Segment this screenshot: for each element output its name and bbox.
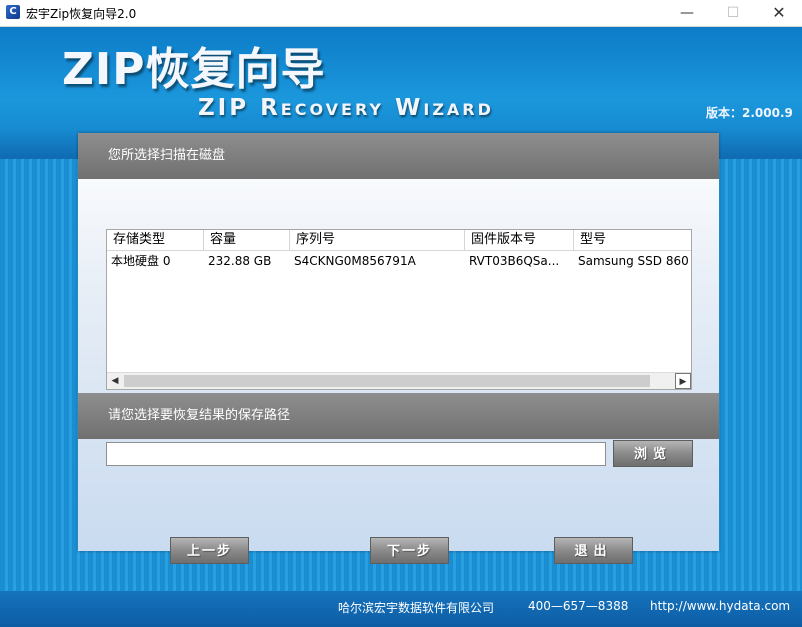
app-icon: C — [6, 5, 20, 19]
cell-serial: S4CKNG0M856791A — [294, 254, 416, 268]
maximize-button[interactable]: ☐ — [710, 0, 756, 26]
disk-section-title: 您所选择扫描在磁盘 — [78, 133, 719, 179]
save-path-input[interactable] — [106, 442, 606, 466]
scroll-left-icon[interactable]: ◀ — [107, 373, 123, 389]
next-step-button[interactable]: 下一步 — [370, 537, 449, 564]
minimize-button[interactable]: — — [664, 0, 710, 26]
close-button[interactable]: ✕ — [756, 0, 802, 26]
save-path-section-title: 请您选择要恢复结果的保存路径 — [78, 393, 719, 439]
title-bar: C 宏宇Zip恢复向导2.0 — ☐ ✕ — [0, 0, 802, 27]
disk-list-header: 存储类型 容量 序列号 固件版本号 型号 — [107, 230, 691, 251]
product-logo-cn: ZIP恢复向导 — [62, 44, 326, 95]
cell-storage-type: 本地硬盘 0 — [111, 254, 171, 268]
table-row[interactable]: 本地硬盘 0 232.88 GB S4CKNG0M856791A RVT03B6… — [107, 250, 691, 272]
column-header-serial[interactable]: 序列号 — [290, 230, 465, 250]
horizontal-scrollbar[interactable]: ◀ ▶ — [107, 372, 691, 389]
column-header-storage-type[interactable]: 存储类型 — [107, 230, 204, 250]
scrollbar-thumb[interactable] — [124, 375, 650, 387]
column-header-capacity[interactable]: 容量 — [204, 230, 290, 250]
company-name: 哈尔滨宏宇数据软件有限公司 — [338, 601, 495, 615]
column-header-firmware[interactable]: 固件版本号 — [465, 230, 574, 250]
version-label: 版本：2.000.9 — [706, 106, 793, 120]
browse-button[interactable]: 浏览 — [613, 440, 693, 467]
window-title: 宏宇Zip恢复向导2.0 — [26, 7, 137, 21]
footer-bar: 哈尔滨宏宇数据软件有限公司 400—657—8388 http://www.hy… — [0, 591, 802, 627]
previous-step-button[interactable]: 上一步 — [170, 537, 249, 564]
website-link[interactable]: http://www.hydata.com — [650, 599, 790, 613]
scroll-right-icon[interactable]: ▶ — [675, 373, 691, 389]
cell-firmware: RVT03B6QSa... — [469, 254, 560, 268]
exit-button[interactable]: 退出 — [554, 537, 633, 564]
column-header-model[interactable]: 型号 — [574, 230, 691, 250]
cell-capacity: 232.88 GB — [208, 254, 272, 268]
disk-list[interactable]: 存储类型 容量 序列号 固件版本号 型号 本地硬盘 0 232.88 GB S4… — [106, 229, 692, 390]
product-logo-en: ZIP Recovery Wizard — [198, 95, 494, 121]
main-panel: 您所选择扫描在磁盘 存储类型 容量 序列号 固件版本号 型号 本地硬盘 0 23… — [78, 133, 719, 551]
cell-model: Samsung SSD 860 — [578, 254, 689, 268]
phone-number: 400—657—8388 — [528, 599, 629, 613]
